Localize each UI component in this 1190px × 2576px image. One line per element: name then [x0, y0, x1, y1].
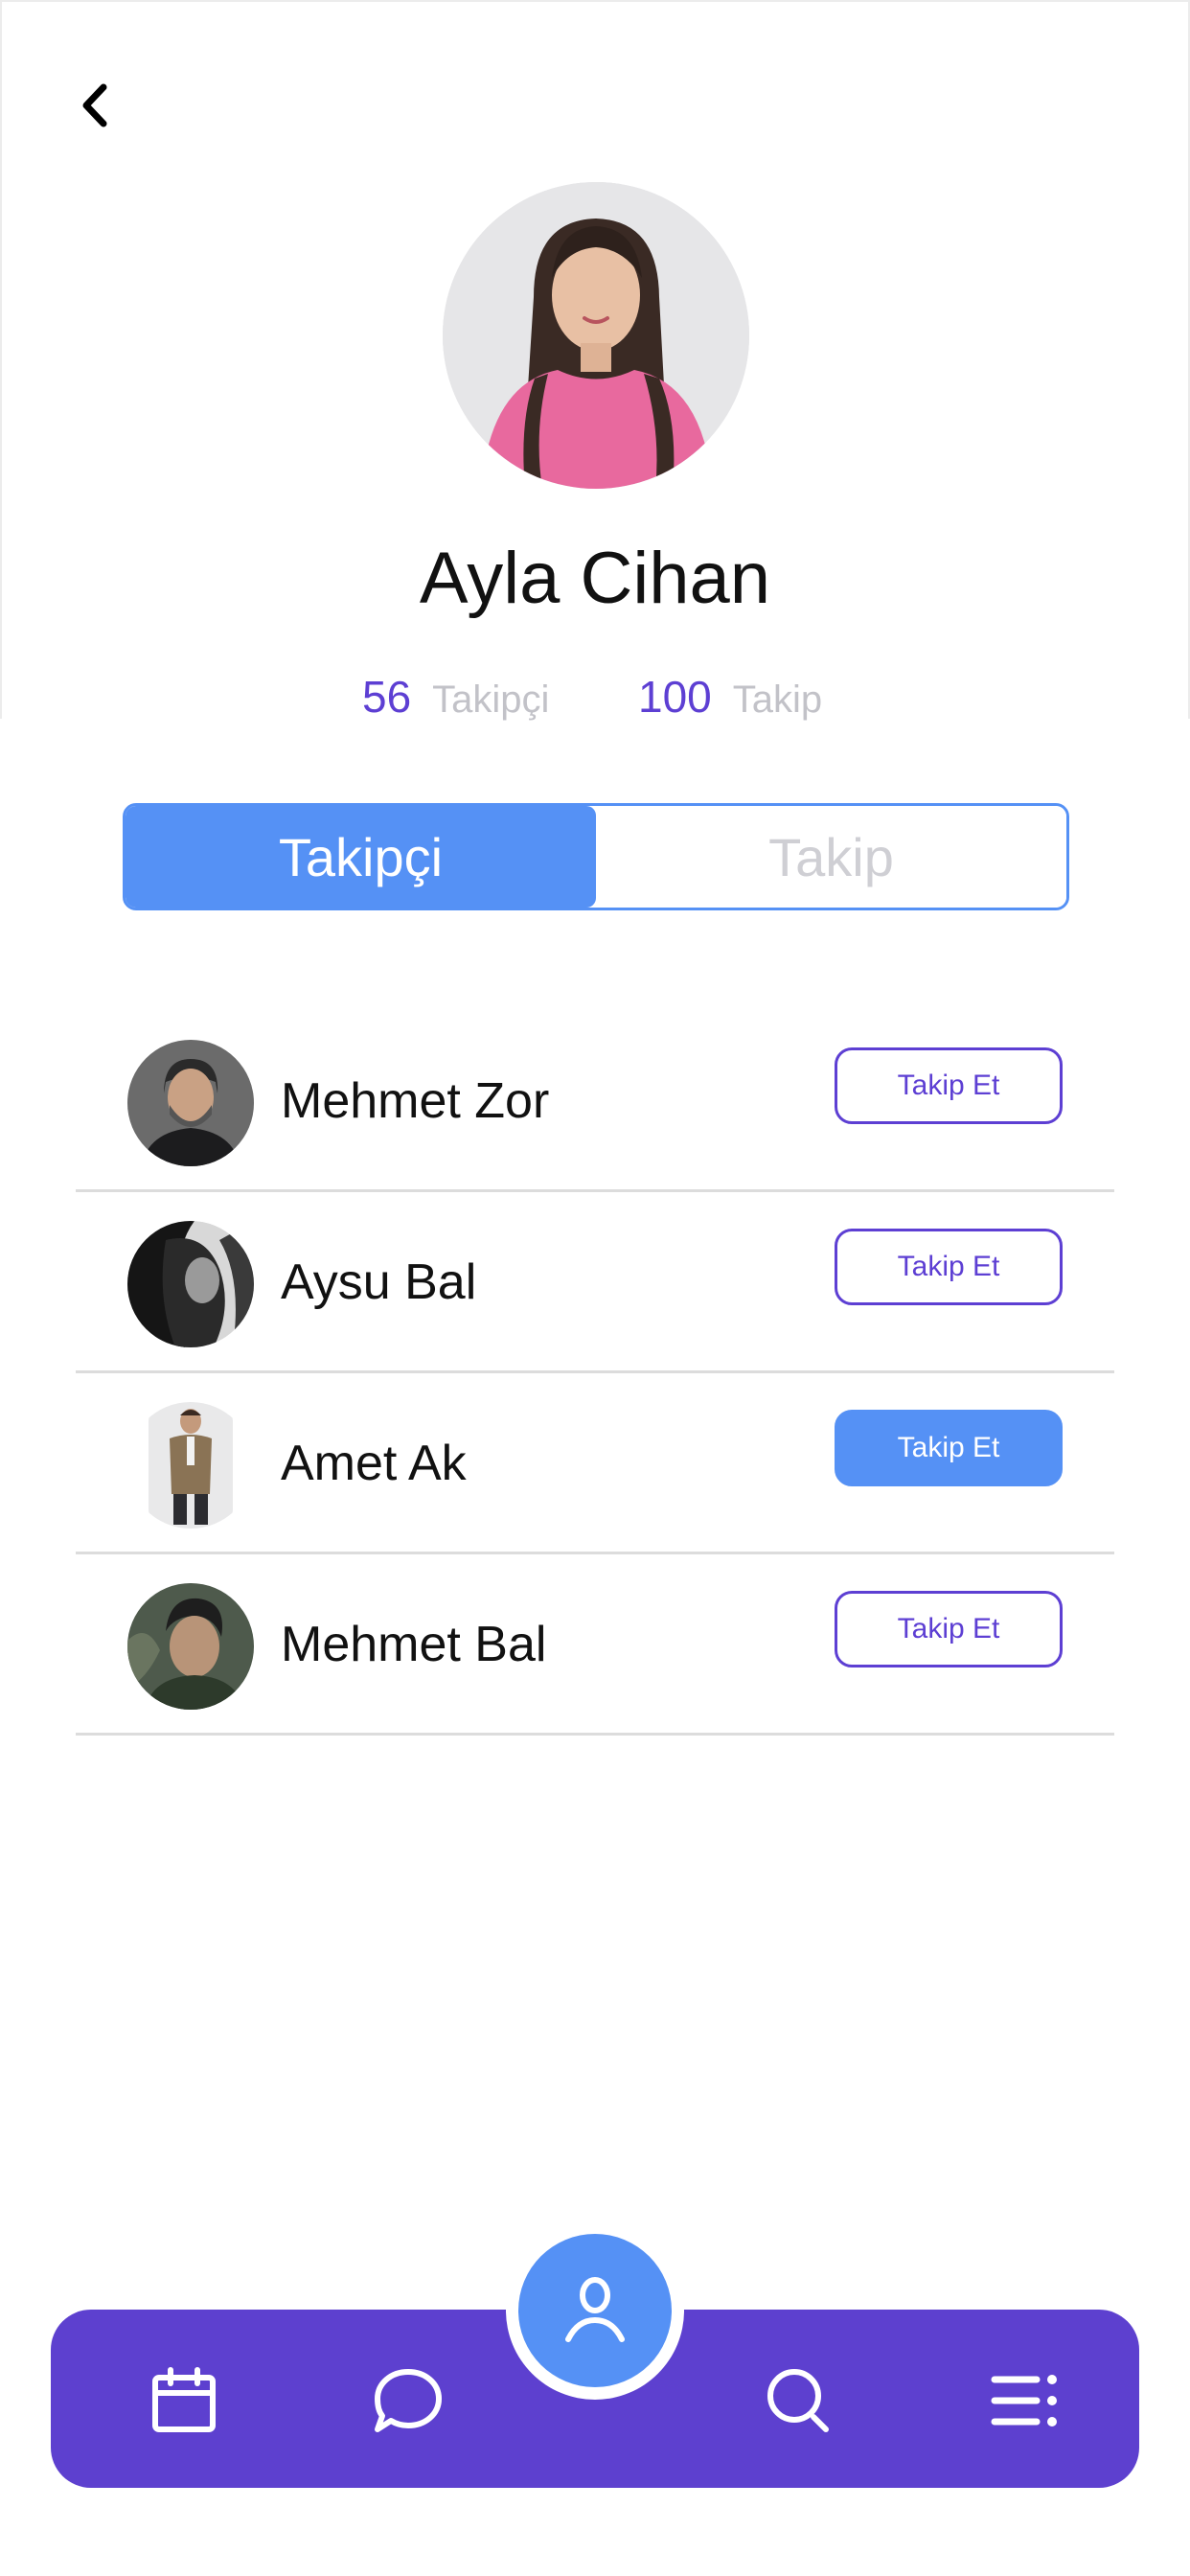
avatar — [127, 1221, 254, 1347]
followers-stat[interactable]: 56 Takipçi — [362, 671, 549, 728]
followers-following-segmented-control: Takipçi Takip — [123, 803, 1069, 910]
user-name: Aysu Bal — [281, 1254, 477, 1310]
list-item[interactable]: Aysu Bal Takip Et — [76, 1192, 1114, 1373]
avatar — [127, 1402, 254, 1529]
list-item[interactable]: Amet Ak Takip Et — [76, 1373, 1114, 1554]
user-name: Mehmet Bal — [281, 1617, 547, 1672]
back-button[interactable] — [67, 77, 125, 134]
user-icon — [565, 2277, 625, 2342]
profile-avatar — [443, 182, 749, 489]
follow-button[interactable]: Takip Et — [835, 1047, 1063, 1124]
followers-label: Takipçi — [432, 678, 550, 721]
user-list: Mehmet Zor Takip Et Aysu Bal Takip Et Am… — [76, 1011, 1114, 1736]
avatar — [127, 1583, 254, 1710]
tab-messages[interactable] — [367, 2359, 449, 2442]
tab-following[interactable]: Takip — [596, 806, 1066, 908]
follow-button[interactable]: Takip Et — [835, 1591, 1063, 1668]
chevron-left-icon — [82, 83, 107, 127]
menu-list-icon — [991, 2375, 1057, 2426]
avatar — [127, 1040, 254, 1166]
profile-name: Ayla Cihan — [419, 538, 771, 619]
following-label: Takip — [732, 678, 823, 721]
chat-bubble-icon — [375, 2369, 442, 2432]
user-name: Amet Ak — [281, 1436, 467, 1491]
following-count: 100 — [638, 672, 712, 722]
user-name: Mehmet Zor — [281, 1073, 550, 1129]
profile-tab-button[interactable] — [518, 2234, 672, 2387]
tab-followers[interactable]: Takipçi — [126, 806, 596, 908]
list-item[interactable]: Mehmet Bal Takip Et — [76, 1554, 1114, 1736]
following-stat[interactable]: 100 Takip — [638, 671, 822, 728]
followers-count: 56 — [362, 672, 412, 722]
follow-button[interactable]: Takip Et — [835, 1229, 1063, 1305]
follow-button[interactable]: Takip Et — [835, 1410, 1063, 1486]
tab-search[interactable] — [758, 2359, 840, 2442]
tab-menu[interactable] — [984, 2359, 1066, 2442]
tab-calendar[interactable] — [143, 2359, 225, 2442]
calendar-icon — [152, 2367, 216, 2432]
list-item[interactable]: Mehmet Zor Takip Et — [76, 1011, 1114, 1192]
search-icon — [767, 2369, 829, 2432]
